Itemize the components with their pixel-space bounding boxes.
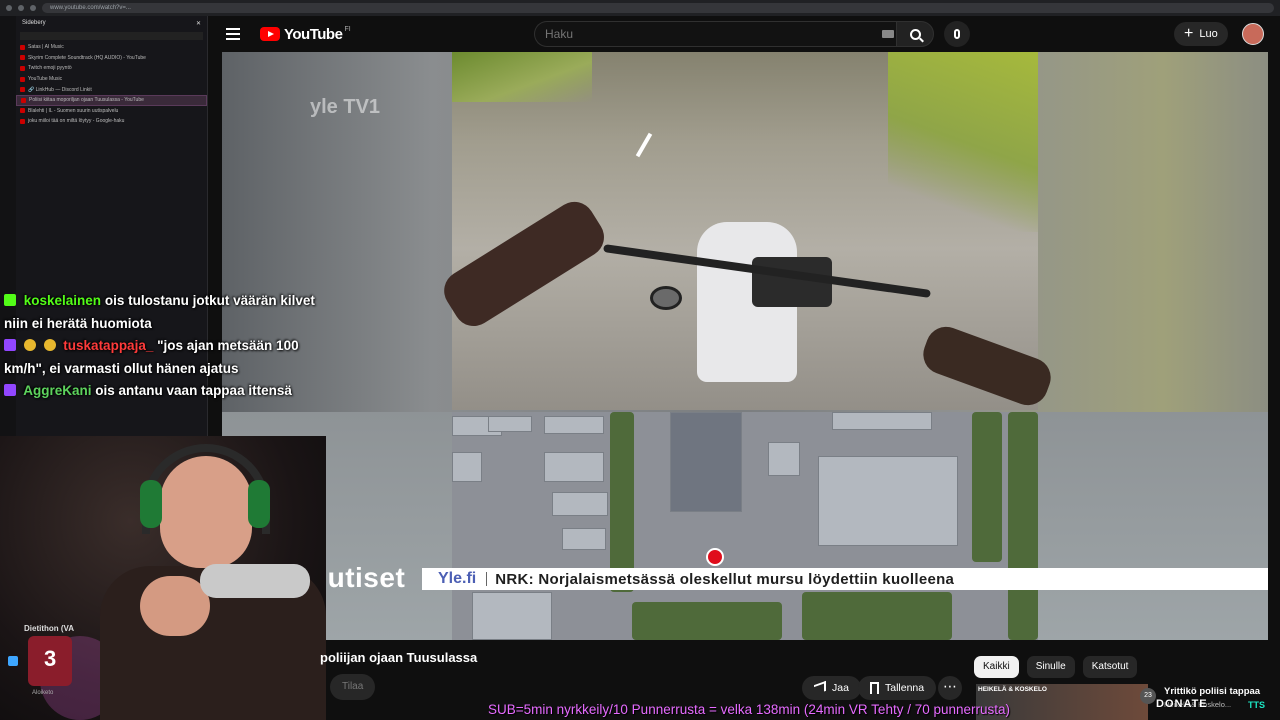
sidebar-tab-item[interactable]: Poliisi kiitaa moporiljan ojaan Tuusulas… [16, 94, 207, 106]
youtube-header: YouTube FI + Luo [210, 16, 1280, 52]
kick-badge-icon [4, 294, 16, 306]
sidebar-tab-item[interactable]: joku miiloi tää on miltä löytyy - Google… [16, 116, 207, 127]
search-button[interactable] [896, 21, 934, 47]
ticker-source: Yle.fi [438, 570, 477, 587]
sidebar-tab-label: Blalehti | IL - Suomen suurin uutispalve… [28, 107, 119, 114]
voice-search-button[interactable] [944, 21, 970, 47]
sidebar-search[interactable] [20, 32, 203, 40]
create-label: Luo [1199, 28, 1218, 40]
sidebar-tab-item[interactable]: Blalehti | IL - Suomen suurin uutispalve… [16, 106, 207, 117]
favicon-icon [20, 108, 25, 114]
twitch-badge-icon [4, 339, 16, 351]
save-label: Tallenna [885, 682, 925, 694]
location-pin-icon [706, 548, 724, 566]
sidebar-tab-label: joku miiloi tää on miltä löytyy - Google… [28, 118, 125, 125]
video-title: poliijan ojaan Tuusulassa [320, 650, 478, 665]
mic-icon [954, 29, 960, 39]
twitch-badge-icon [4, 384, 16, 396]
favicon-icon [20, 44, 25, 50]
search-icon [909, 28, 921, 40]
menu-icon[interactable] [226, 28, 246, 40]
favicon-icon [21, 97, 26, 103]
sidebar-tab-label: Twitch emoji pyyntö [28, 65, 72, 72]
favicon-icon [20, 55, 25, 61]
sidebar-tab-list: Satas | AI Music Skyrim Complete Soundtra… [16, 42, 207, 127]
create-button[interactable]: + Luo [1174, 22, 1228, 46]
sidebar-tab-label: Poliisi kiitaa moporiljan ojaan Tuusulas… [29, 97, 144, 104]
share-button[interactable]: Jaa [802, 676, 861, 700]
youtube-logo[interactable]: YouTube FI [260, 26, 351, 43]
sidebar-header: Sidebery ✕ [16, 16, 207, 30]
avatar[interactable] [1242, 23, 1264, 45]
video-frame-motorcycle [436, 52, 1057, 411]
video-player[interactable]: yle TV1 uutiset Yle.fi NRK: Norjalaismet… [222, 52, 1268, 640]
favicon-icon [20, 87, 25, 93]
chat-username: koskelainen [23, 293, 102, 308]
plus-icon: + [1184, 25, 1194, 42]
video-frame-map [452, 412, 1038, 640]
sidebar-tab-item[interactable]: Twitch emoji pyyntö [16, 63, 207, 74]
emote-icon [43, 339, 56, 351]
subscribe-button[interactable]: Tilaa [330, 674, 376, 700]
news-ticker: Yle.fi NRK: Norjalaismetsässä oleskellut… [422, 568, 1268, 590]
emote-icon [23, 339, 36, 351]
search-input[interactable] [534, 21, 896, 47]
sidebar-tab-item[interactable]: YouTube Music [16, 74, 207, 85]
donate-tts-label: TTS [1248, 700, 1265, 710]
favicon-icon [20, 65, 25, 71]
sidebar-tab-label: YouTube Music [28, 76, 63, 83]
browser-toolbar: www.youtube.com/watch?v=... [0, 0, 1280, 16]
donate-overlay: DONATE [1156, 698, 1208, 710]
address-bar[interactable]: www.youtube.com/watch?v=... [42, 3, 1274, 13]
chat-username: AggreKani [23, 383, 92, 398]
chip-sinulle[interactable]: Sinulle [1026, 656, 1075, 678]
chat-message: AggreKani ois antanu vaan tappaa ittensä [4, 380, 340, 403]
forward-icon[interactable] [18, 5, 24, 11]
favicon-icon [20, 118, 25, 124]
chip-katsotut[interactable]: Katsotut [1082, 656, 1138, 678]
sidebar-tab-label: Skyrim Complete Soundtrack (HQ AUDIO) - … [28, 54, 146, 61]
chat-message: tuskatappaja_ "jos ajan metsään 100 km/h… [4, 335, 340, 380]
recommended-video-title[interactable]: Yrittikö poliisi tappaa [1164, 686, 1260, 697]
chat-message: koskelainen ois tulostanu jotkut väärän … [4, 290, 340, 335]
chat-text: ois antanu vaan tappaa ittensä [95, 383, 292, 398]
save-button[interactable]: Tallenna [858, 676, 937, 700]
favicon-icon [20, 76, 25, 82]
sidebar-tab-item[interactable]: Satas | AI Music [16, 42, 207, 53]
info-icon [8, 656, 18, 666]
share-label: Jaa [832, 682, 849, 694]
chat-overlay: koskelainen ois tulostanu jotkut väärän … [4, 290, 340, 403]
thumbnail-text: HEIKELÄ & KOSKELO [978, 686, 1047, 693]
stream-widget-counter: 3 [28, 636, 72, 686]
sidebar-tab-item[interactable]: 🔗 LinkHub — Discord Linkit [16, 84, 207, 95]
more-actions-button[interactable]: ⋯ [938, 676, 962, 700]
stream-widget-sub: Aloiketo [32, 690, 54, 696]
ticker-headline: NRK: Norjalaismetsässä oleskellut mursu … [495, 570, 955, 588]
brand-name: YouTube [284, 25, 343, 43]
sidebar-tab-item[interactable]: Skyrim Complete Soundtrack (HQ AUDIO) - … [16, 53, 207, 64]
share-icon [814, 680, 826, 696]
chip-kaikki[interactable]: Kaikki [974, 656, 1019, 678]
region-code: FI [344, 25, 351, 33]
sidebar-tab-label: Satas | AI Music [28, 44, 64, 51]
sidebar-tab-label: 🔗 LinkHub — Discord Linkit [28, 86, 92, 93]
channel-watermark: yle TV1 [310, 96, 381, 118]
recommendation-filter-chips: Kaikki Sinulle Katsotut [974, 656, 1138, 678]
keyboard-icon[interactable] [882, 30, 894, 38]
youtube-play-icon [260, 27, 280, 41]
search-bar [534, 21, 934, 47]
bookmark-icon [870, 682, 879, 694]
sidebar-title: Sidebery [22, 20, 46, 26]
stream-widget-label: Dietithon (VA [24, 624, 75, 633]
microphone-icon [200, 564, 310, 598]
chat-username: tuskatappaja_ [63, 338, 154, 353]
reload-icon[interactable] [30, 5, 36, 11]
back-icon[interactable] [6, 5, 12, 11]
recommendation-count-badge: 23 [1140, 688, 1156, 704]
close-icon[interactable]: ✕ [196, 20, 201, 27]
stream-goal-text: SUB=5min nyrkkeily/10 Punnerrusta = velk… [488, 702, 1011, 717]
